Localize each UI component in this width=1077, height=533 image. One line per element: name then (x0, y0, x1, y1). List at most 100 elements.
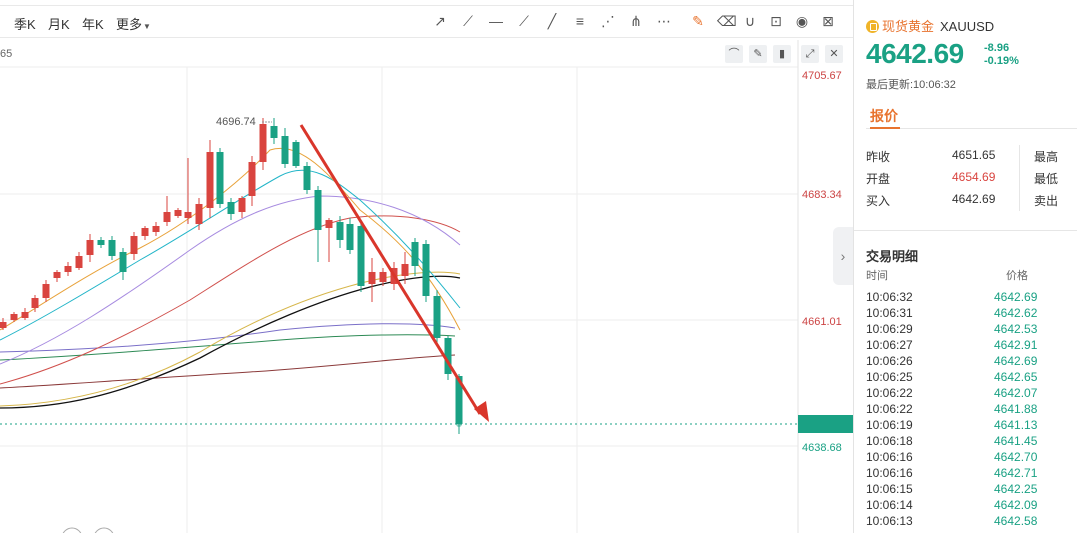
candle (174, 208, 182, 218)
price-label-2: 4683.34 (802, 189, 842, 201)
candle (303, 162, 311, 194)
candle (368, 258, 376, 302)
candlestick-chart[interactable]: 4696.74 (0, 0, 853, 533)
candle (119, 248, 127, 280)
trade-time: 10:06:13 (866, 514, 913, 528)
quote-value-prev-close: 4651.65 (952, 148, 996, 162)
trade-price: 4642.62 (994, 306, 1038, 320)
trade-price: 4642.70 (994, 450, 1038, 464)
candle (248, 156, 256, 206)
symbol-header: 现货黄金 XAUUSD (866, 16, 994, 35)
zoom-out-icon[interactable] (62, 527, 82, 533)
ma-line-cyan (0, 169, 461, 341)
candle (292, 140, 300, 168)
gold-icon (866, 20, 879, 33)
quote-label-prev-close: 昨收 (866, 150, 891, 164)
candle (411, 238, 419, 276)
trade-price: 4642.09 (994, 498, 1038, 512)
candle (357, 224, 365, 292)
candle (227, 198, 235, 220)
candle (141, 226, 149, 240)
trade-time: 10:06:29 (866, 322, 913, 336)
tab-underline (866, 127, 1077, 129)
app-root: 季K 月K 年K 更多▼ ↗ ⟋ — ⟋ ╱ ≡ ⋰ ⋔ ⋯ ✎ ⌫ ∪ ⊡ ◉… (0, 0, 1077, 533)
candle (206, 140, 214, 218)
price-label-bottom: 4638.68 (802, 442, 842, 454)
price-label-top: 4705.67 (802, 70, 842, 82)
change-value: -8.96 (984, 42, 1010, 54)
candle (75, 252, 83, 270)
candle (314, 186, 322, 262)
candle (422, 240, 430, 302)
symbol-name: 现货黄金 (882, 19, 935, 34)
candle (130, 232, 138, 260)
candle (42, 280, 50, 302)
candle (325, 218, 333, 262)
last-price-dot (456, 421, 462, 427)
candle (216, 148, 224, 208)
trade-time: 10:06:26 (866, 354, 913, 368)
candle (259, 118, 267, 170)
trade-time: 10:06:16 (866, 450, 913, 464)
candle (86, 234, 94, 262)
ma-line-purple (0, 323, 456, 353)
candle (346, 218, 354, 254)
trade-time: 10:06:31 (866, 306, 913, 320)
candle (195, 198, 203, 230)
trade-time: 10:06:14 (866, 498, 913, 512)
symbol-code: XAUUSD (940, 19, 995, 34)
trade-time: 10:06:19 (866, 418, 913, 432)
price-change: -8.96 -0.19% (984, 42, 1019, 68)
trade-price: 4641.88 (994, 402, 1038, 416)
change-percent: -0.19% (984, 55, 1019, 67)
trade-price: 4642.07 (994, 386, 1038, 400)
candle (238, 196, 246, 218)
section-divider (854, 230, 1077, 231)
candle (281, 128, 289, 168)
quote-divider (1019, 145, 1020, 211)
trade-price: 4641.45 (994, 434, 1038, 448)
collapse-panel-button[interactable]: › (833, 227, 853, 285)
ma-line-red (0, 215, 461, 385)
quote-label-open: 开盘 (866, 172, 891, 186)
ma-line-green (0, 334, 456, 361)
grid-lines (0, 66, 798, 533)
quote-label-high: 最高 (1034, 150, 1059, 164)
trade-time: 10:06:32 (866, 290, 913, 304)
trade-time: 10:06:27 (866, 338, 913, 352)
trade-price: 4642.71 (994, 466, 1038, 480)
tab-quote[interactable]: 报价 (870, 106, 898, 126)
ma-line-darkred (0, 354, 456, 389)
quote-label-bid: 买入 (866, 194, 891, 208)
current-price: 4642.69 (866, 38, 964, 69)
trade-price: 4642.91 (994, 338, 1038, 352)
high-marker-label: 4696.74 (216, 116, 256, 128)
trade-time: 10:06:22 (866, 386, 913, 400)
candle (433, 290, 441, 344)
trade-time: 10:06:15 (866, 482, 913, 496)
trade-price: 4642.69 (994, 290, 1038, 304)
ma-line-yellow (0, 271, 461, 407)
trade-time: 10:06:16 (866, 466, 913, 480)
quote-panel: 现货黄金 XAUUSD 4642.69 -8.96 -0.19% 最后更新:10:… (853, 0, 1077, 533)
candle (64, 262, 72, 276)
trade-price: 4642.58 (994, 514, 1038, 528)
quote-label-ask: 卖出 (1034, 194, 1059, 208)
trade-time: 10:06:22 (866, 402, 913, 416)
zoom-in-icon[interactable] (94, 527, 114, 533)
price-label-3: 4661.01 (802, 316, 842, 328)
trade-price: 4641.13 (994, 418, 1038, 432)
candle (108, 236, 116, 260)
trades-col-time: 时间 (866, 270, 888, 282)
chart-area[interactable]: 季K 月K 年K 更多▼ ↗ ⟋ — ⟋ ╱ ≡ ⋰ ⋔ ⋯ ✎ ⌫ ∪ ⊡ ◉… (0, 0, 853, 533)
trade-price: 4642.25 (994, 482, 1038, 496)
chevron-right-icon: › (840, 248, 846, 264)
trade-time: 10:06:18 (866, 434, 913, 448)
candle (21, 308, 29, 320)
ma-line-black (0, 275, 461, 409)
candle (53, 270, 61, 282)
trade-price: 4642.69 (994, 354, 1038, 368)
trade-time: 10:06:25 (866, 370, 913, 384)
candle (184, 158, 192, 224)
quote-label-low: 最低 (1034, 172, 1059, 186)
